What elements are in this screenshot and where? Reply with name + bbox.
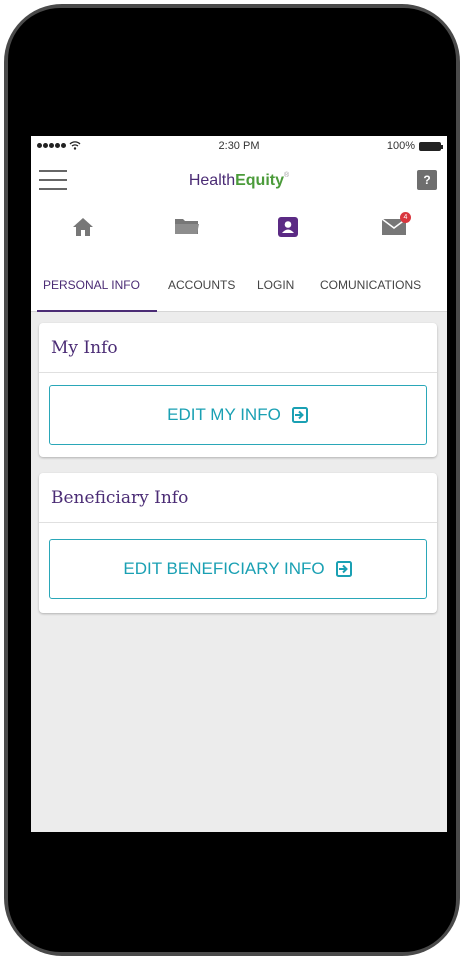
edit-beneficiary-info-label: EDIT BENEFICIARY INFO <box>123 559 325 578</box>
tab-communications[interactable]: COMUNICATIONS <box>320 278 421 292</box>
my-info-title: My Info <box>39 323 437 373</box>
help-icon[interactable]: ? <box>417 170 437 190</box>
tab-bar: PERSONAL INFO ACCOUNTS LOGIN COMUNICATIO… <box>31 252 447 312</box>
tab-login[interactable]: LOGIN <box>257 278 294 292</box>
battery-icon <box>419 141 443 151</box>
battery-percent: 100% <box>386 140 415 152</box>
profile-icon[interactable] <box>277 216 299 243</box>
status-time: 2:30 PM <box>218 140 260 152</box>
mail-badge: 4 <box>400 212 411 223</box>
edit-my-info-label: EDIT MY INFO <box>167 405 281 424</box>
beneficiary-info-card: Beneficiary Info EDIT BENEFICIARY INFO <box>39 473 437 613</box>
icon-navigation: 4 <box>31 202 447 252</box>
tab-accounts[interactable]: ACCOUNTS <box>168 278 235 292</box>
beneficiary-info-title: Beneficiary Info <box>39 473 437 523</box>
app-header: HealthEquity® ? <box>31 156 447 202</box>
enter-icon <box>335 561 352 577</box>
edit-my-info-button[interactable]: EDIT MY INFO <box>49 385 427 445</box>
app-screen: 2:30 PM 100% HealthEquity® ? 4 PERSONAL … <box>31 136 447 832</box>
edit-beneficiary-info-button[interactable]: EDIT BENEFICIARY INFO <box>49 539 427 599</box>
brand-name-part1: Health <box>188 172 236 189</box>
active-tab-indicator <box>37 310 157 312</box>
brand-logo: HealthEquity® <box>31 172 447 190</box>
mail-icon[interactable]: 4 <box>381 212 411 241</box>
brand-name-part2: Equity <box>235 172 284 189</box>
tab-personal-info[interactable]: PERSONAL INFO <box>43 278 140 292</box>
brand-trademark: ® <box>283 172 290 179</box>
enter-icon <box>291 407 308 423</box>
folder-icon[interactable] <box>174 216 200 241</box>
home-icon[interactable] <box>71 216 95 243</box>
battery-indicator: 100% <box>386 140 443 152</box>
status-bar: 2:30 PM 100% <box>31 136 447 156</box>
my-info-card: My Info EDIT MY INFO <box>39 323 437 457</box>
